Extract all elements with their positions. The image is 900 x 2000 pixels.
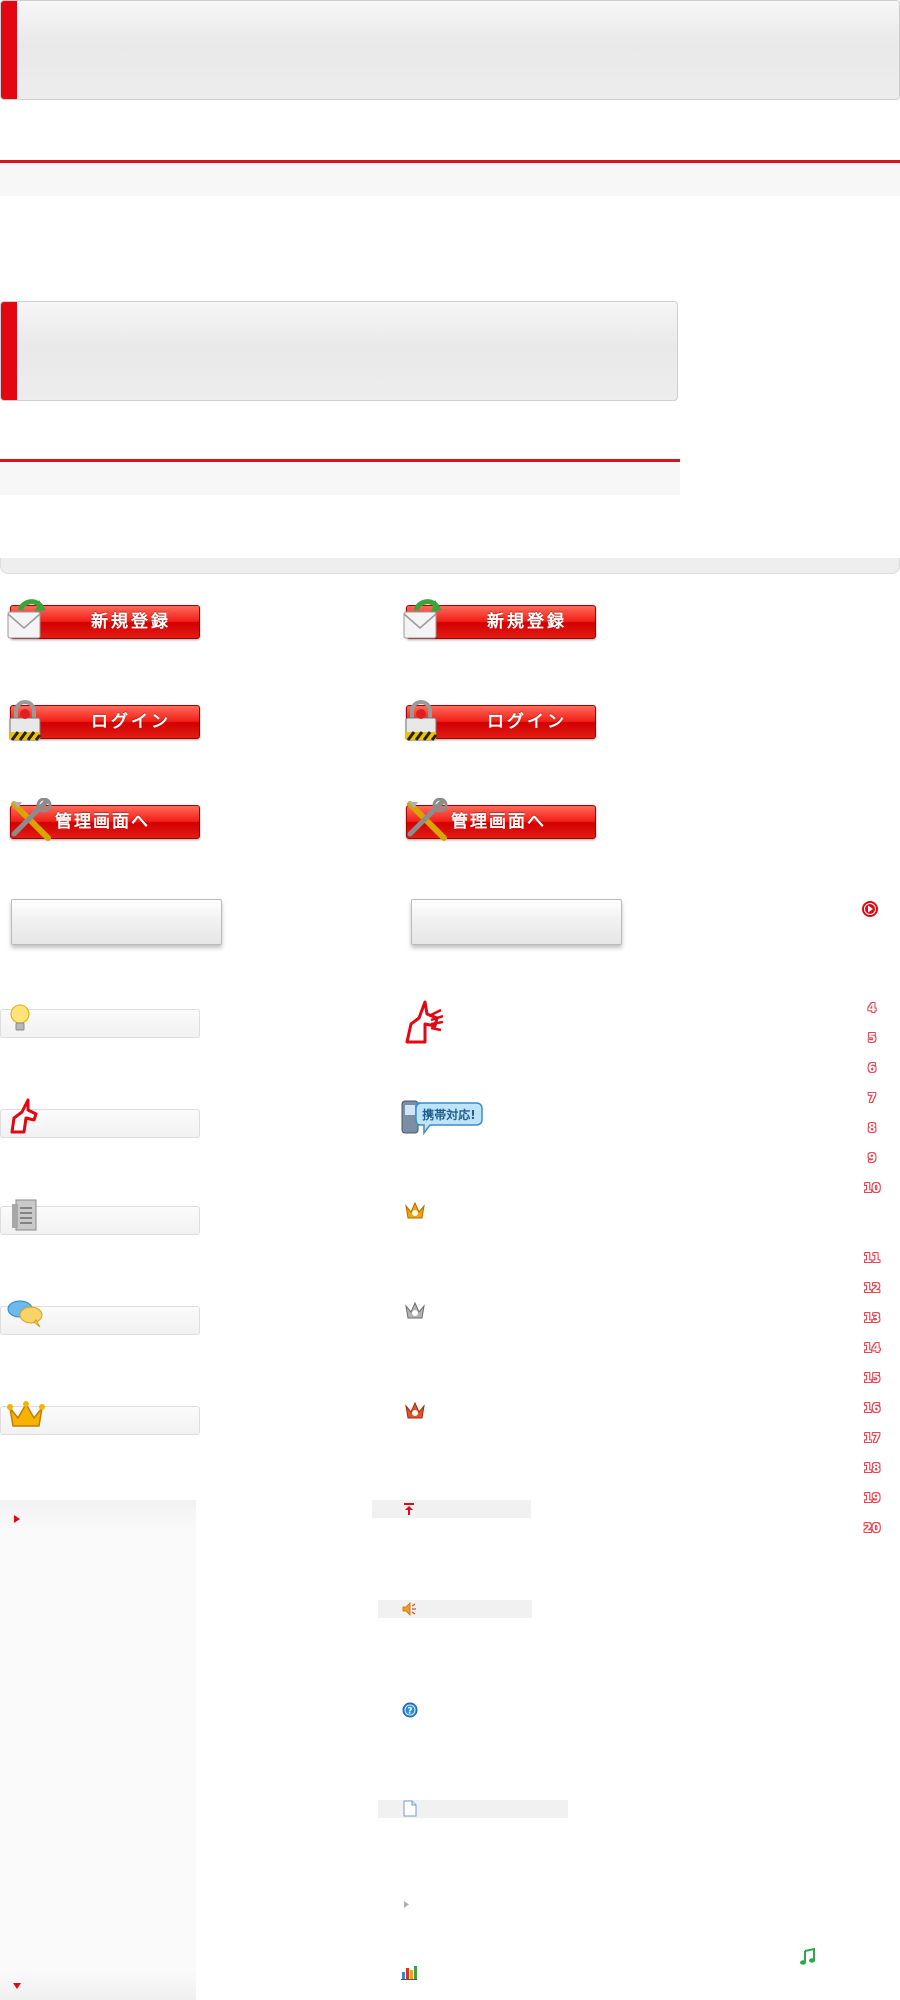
mail-refresh-icon [403,599,442,639]
silver-crown-icon [405,1301,425,1319]
rounded-footer-bar [0,558,900,574]
ranking-number: 14 [863,1341,881,1355]
document-list-icon [12,1199,37,1231]
ranking-number: 16 [863,1401,881,1415]
header-panel-wide [0,0,900,100]
admin-button-label: 管理画面へ [55,812,150,832]
gold-crown-icon [405,1201,425,1219]
header-panel-accent [1,302,17,400]
grey-button-right[interactable] [411,899,622,945]
bar-chart-icon [401,1966,417,1980]
mobile-badge-text: 携帯対応! [422,1107,475,1122]
speaker-icon [402,1602,416,1616]
sub-bar-narrow [0,462,680,495]
bronze-crown-icon [405,1401,425,1419]
padlock-icon [9,700,42,741]
unicorn-icon [405,1000,443,1044]
triangle-down-icon[interactable] [12,1982,22,1990]
ranking-number: 17 [863,1431,881,1445]
sidebar-panel [0,1500,196,2000]
ranking-number: 15 [863,1371,881,1385]
header-panel-accent [1,1,17,99]
gold-crown-icon [7,1401,45,1427]
lightbulb-icon [10,1004,30,1031]
triangle-right-icon[interactable] [13,1514,21,1524]
register-button-label: 新規登録 [91,612,171,632]
ranking-number: 10 [863,1181,881,1195]
tools-icon [11,798,52,841]
header-panel-narrow [0,301,678,401]
sub-bar-wide [0,163,900,196]
circle-arrow-icon[interactable] [861,900,879,918]
svg-text:?: ? [407,1707,412,1717]
mobile-phone-icon: 携帯対応! [401,1100,483,1136]
ranking-number: 9 [867,1151,877,1165]
ranking-number: 4 [867,1001,877,1015]
unicorn-icon [10,1098,38,1134]
ranking-number: 11 [863,1251,881,1265]
help-icon[interactable]: ? [402,1702,418,1718]
ranking-number: 13 [863,1311,881,1325]
grey-button-left[interactable] [11,899,222,945]
mail-refresh-icon [7,599,46,639]
ranking-number: 12 [863,1281,881,1295]
ranking-number: 7 [867,1091,877,1105]
ranking-number: 20 [863,1521,881,1535]
ranking-number: 18 [863,1461,881,1475]
tools-icon [407,798,448,841]
admin-button-label: 管理画面へ [451,812,546,832]
arrow-up-icon[interactable] [402,1502,416,1516]
music-note-icon [800,1948,815,1965]
register-button-label: 新規登録 [487,612,567,632]
login-button-label: ログイン [91,712,171,732]
speech-bubbles-icon [7,1300,43,1328]
ranking-number: 8 [867,1121,877,1135]
ranking-number: 19 [863,1491,881,1505]
login-button-label: ログイン [487,712,567,732]
page-icon [403,1800,417,1817]
page-top-strip[interactable] [372,1500,531,1518]
triangle-right-icon[interactable] [403,1900,410,1909]
ranking-number: 6 [867,1061,877,1075]
padlock-icon [405,700,438,741]
ranking-number: 5 [867,1031,877,1045]
